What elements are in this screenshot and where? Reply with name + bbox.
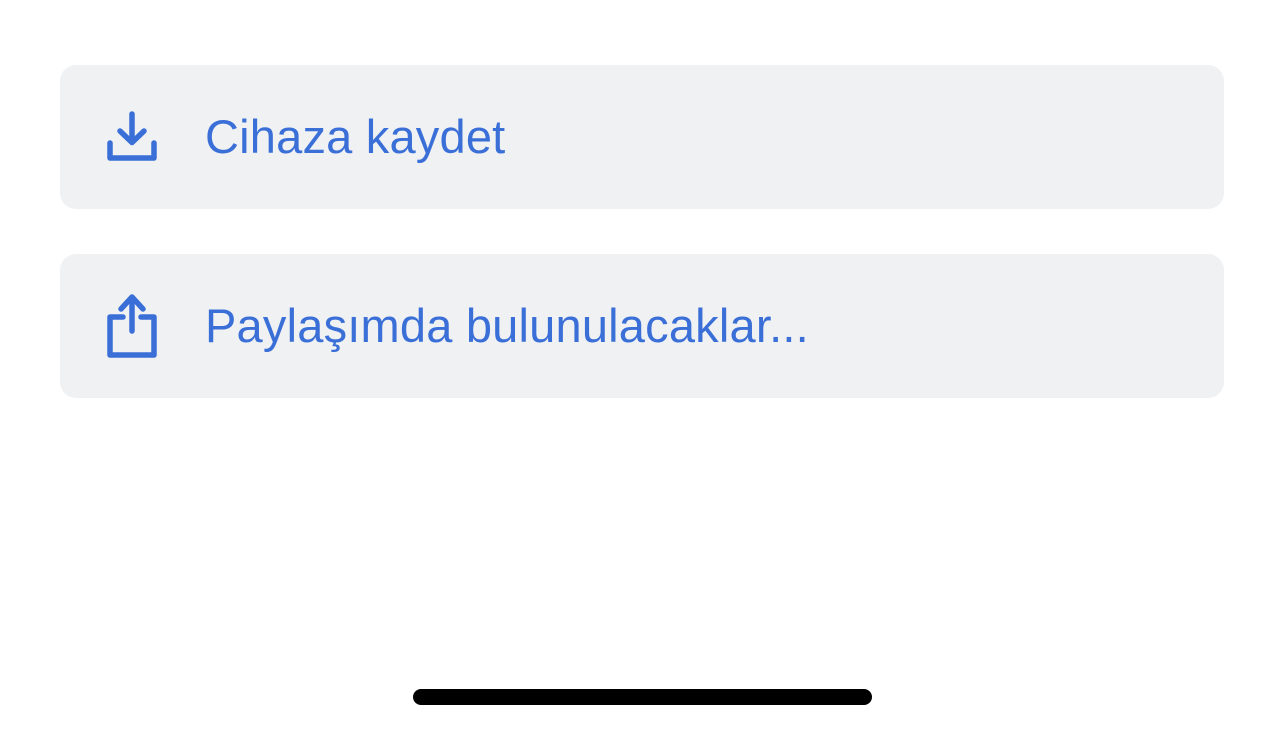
save-to-device-label: Cihaza kaydet xyxy=(205,110,506,163)
share-with-label: Paylaşımda bulunulacaklar... xyxy=(205,299,809,352)
share-icon xyxy=(106,293,158,359)
download-icon xyxy=(106,104,158,170)
home-indicator[interactable] xyxy=(413,689,872,705)
save-to-device-button[interactable]: Cihaza kaydet xyxy=(60,65,1224,209)
action-sheet: Cihaza kaydet Paylaşımda bulunulacaklar.… xyxy=(0,0,1284,729)
share-with-button[interactable]: Paylaşımda bulunulacaklar... xyxy=(60,254,1224,398)
